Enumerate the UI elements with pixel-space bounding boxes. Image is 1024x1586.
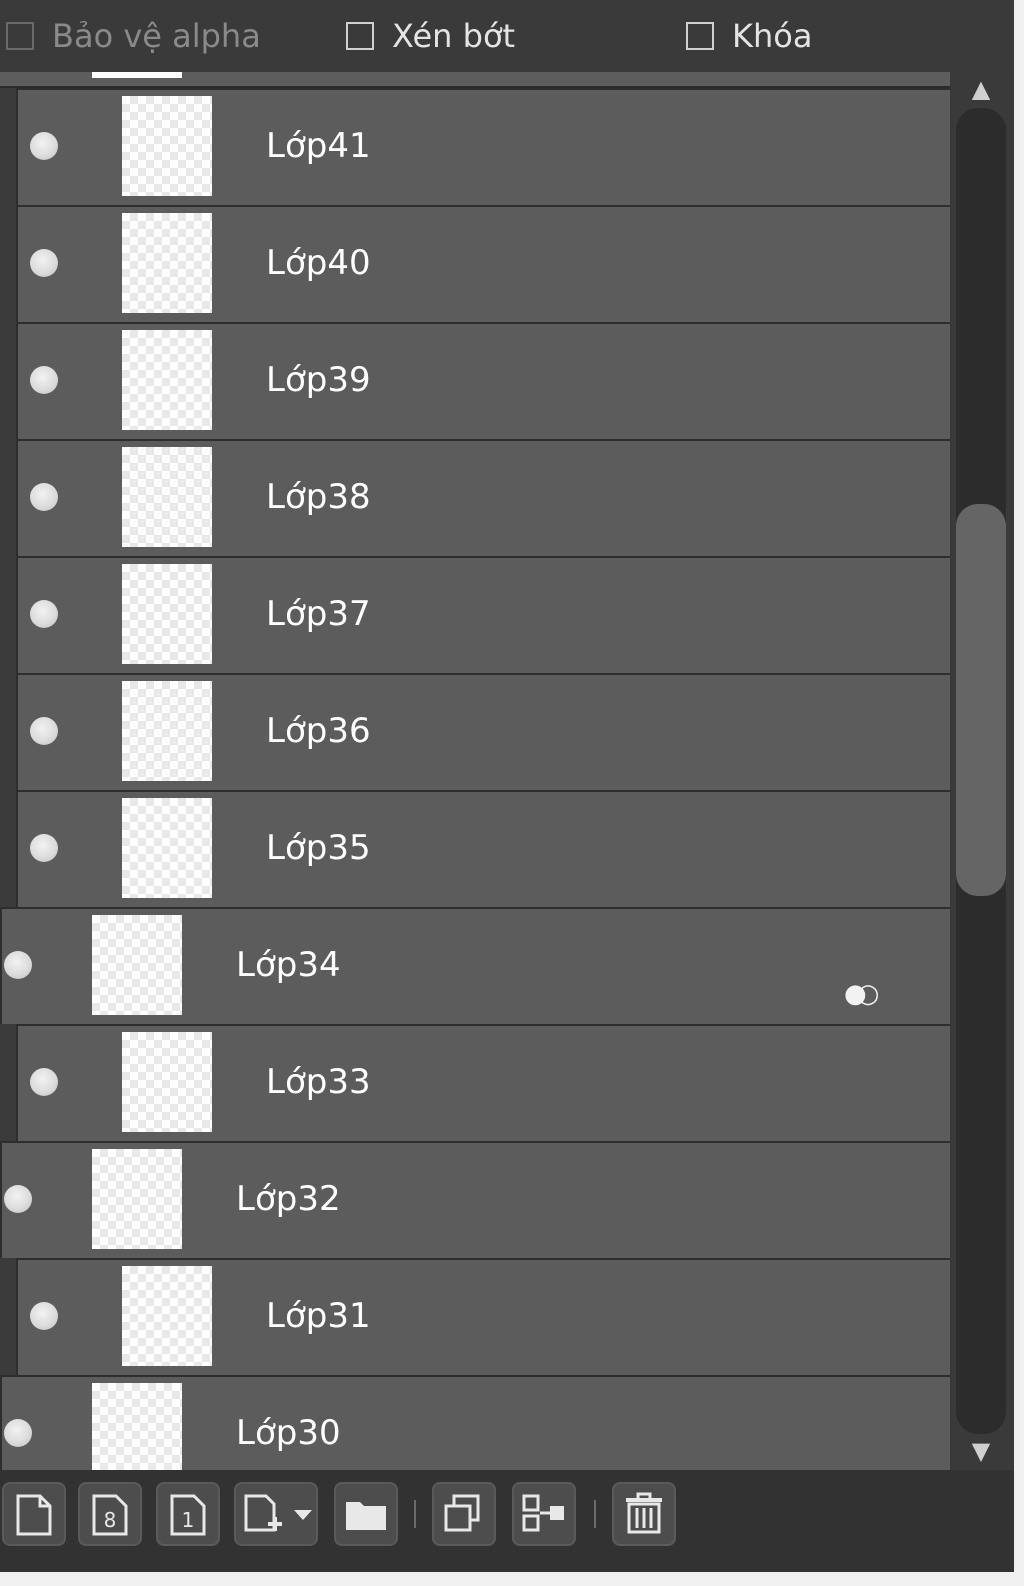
protect-alpha-option[interactable]: Bảo vệ alpha — [6, 16, 261, 56]
layer-name: Lớp33 — [266, 1062, 371, 1102]
new-folder-button[interactable] — [334, 1482, 398, 1546]
delete-icon — [626, 1492, 662, 1534]
lock-label: Khóa — [732, 17, 813, 55]
layer-row[interactable]: Lớp30 — [0, 1375, 950, 1470]
merge-down-icon — [522, 1494, 564, 1532]
layer-row[interactable]: Lớp36 — [16, 673, 950, 790]
add-layer-dropdown-button[interactable] — [234, 1482, 318, 1546]
clipping-checkbox[interactable] — [346, 22, 374, 50]
visibility-toggle-icon[interactable] — [30, 600, 58, 628]
layer-thumbnail — [122, 1032, 212, 1132]
svg-text:8: 8 — [104, 1508, 117, 1532]
new-1bit-layer-icon: 1 — [170, 1494, 206, 1536]
layer-name: Lớp39 — [266, 360, 371, 400]
clipping-label: Xén bớt — [392, 17, 516, 55]
layer-thumbnail — [92, 72, 182, 78]
visibility-toggle-icon[interactable] — [30, 249, 58, 277]
layer-toolbar: 8 1 — [0, 1470, 1014, 1572]
visibility-toggle-icon[interactable] — [4, 1185, 32, 1213]
layer-name: Lớp40 — [266, 243, 371, 283]
toolbar-divider — [414, 1500, 416, 1528]
layer-thumbnail — [122, 213, 212, 313]
layer-name: Lớp31 — [266, 1296, 371, 1336]
visibility-toggle-icon[interactable] — [30, 132, 58, 160]
add-layer-dropdown-icon — [244, 1494, 282, 1532]
layer-thumbnail — [122, 330, 212, 430]
visibility-toggle-icon[interactable] — [30, 717, 58, 745]
layer-name: Lớp30 — [236, 1413, 341, 1453]
layer-row[interactable]: Lớp32 — [0, 1141, 950, 1258]
new-layer-button[interactable] — [2, 1482, 66, 1546]
toolbar-divider — [594, 1500, 596, 1528]
lock-option[interactable]: Khóa — [686, 16, 812, 56]
duplicate-layer-button[interactable] — [432, 1482, 496, 1546]
layer-options-bar: Bảo vệ alpha Xén bớt Khóa — [0, 0, 1014, 72]
scroll-up-icon[interactable]: ▲ — [952, 74, 1010, 104]
scrollbar-thumb[interactable] — [956, 504, 1006, 896]
layer-thumbnail — [122, 681, 212, 781]
visibility-toggle-icon[interactable] — [30, 483, 58, 511]
new-8bit-layer-button[interactable]: 8 — [78, 1482, 142, 1546]
layer-name: Lớp32 — [236, 1179, 341, 1219]
layer-name: Lớp41 — [266, 126, 371, 166]
protect-alpha-checkbox[interactable] — [6, 22, 34, 50]
protect-alpha-label: Bảo vệ alpha — [52, 17, 261, 55]
visibility-toggle-icon[interactable] — [4, 1419, 32, 1447]
merge-down-button[interactable] — [512, 1482, 576, 1546]
layer-row[interactable]: Lớp38 — [16, 439, 950, 556]
layer-row[interactable]: Lớp40 — [16, 205, 950, 322]
layer-thumbnail — [122, 96, 212, 196]
layer-row[interactable]: Lớp31 — [16, 1258, 950, 1375]
lock-checkbox[interactable] — [686, 22, 714, 50]
layer-thumbnail — [92, 1383, 182, 1470]
layer-list-scrollbar[interactable]: ▲ ▼ — [952, 72, 1010, 1470]
folder-icon — [346, 1502, 386, 1530]
visibility-toggle-icon[interactable] — [30, 1068, 58, 1096]
svg-text:1: 1 — [182, 1508, 195, 1532]
visibility-toggle-icon[interactable] — [4, 951, 32, 979]
layer-name: Lớp37 — [266, 594, 371, 634]
scroll-down-icon[interactable]: ▼ — [952, 1436, 1010, 1466]
layer-row[interactable]: Lớp33 — [16, 1024, 950, 1141]
layer-row-partial[interactable] — [0, 72, 950, 88]
layer-list[interactable]: Lớp41 Lớp40 Lớp39 Lớp38 Lớp37 Lớp36 Lớp3… — [0, 72, 950, 1470]
layer-thumbnail — [122, 447, 212, 547]
visibility-toggle-icon[interactable] — [30, 366, 58, 394]
layer-panel: Bảo vệ alpha Xén bớt Khóa Lớp41 Lớp40 Lớ… — [0, 0, 1014, 1572]
duplicate-layer-icon — [444, 1494, 480, 1532]
layer-row[interactable]: Lớp34 ●○ — [0, 907, 950, 1024]
delete-layer-button[interactable] — [612, 1482, 676, 1546]
layer-row[interactable]: Lớp39 — [16, 322, 950, 439]
chevron-down-icon — [294, 1510, 312, 1520]
layer-row[interactable]: Lớp41 — [16, 88, 950, 205]
layer-thumbnail — [122, 564, 212, 664]
blend-mode-icon: ●○ — [844, 979, 880, 1009]
layer-thumbnail — [122, 798, 212, 898]
layer-name: Lớp36 — [266, 711, 371, 751]
layer-thumbnail — [92, 1149, 182, 1249]
layer-row[interactable]: Lớp35 — [16, 790, 950, 907]
new-layer-icon — [16, 1494, 52, 1536]
new-8bit-layer-icon: 8 — [92, 1494, 128, 1536]
clipping-option[interactable]: Xén bớt — [346, 16, 515, 56]
visibility-toggle-icon[interactable] — [30, 834, 58, 862]
layer-row[interactable]: Lớp37 — [16, 556, 950, 673]
layer-name: Lớp35 — [266, 828, 371, 868]
layer-name: Lớp38 — [266, 477, 371, 517]
layer-thumbnail — [122, 1266, 212, 1366]
layer-thumbnail — [92, 915, 182, 1015]
layer-name: Lớp34 — [236, 945, 341, 985]
new-1bit-layer-button[interactable]: 1 — [156, 1482, 220, 1546]
visibility-toggle-icon[interactable] — [30, 1302, 58, 1330]
